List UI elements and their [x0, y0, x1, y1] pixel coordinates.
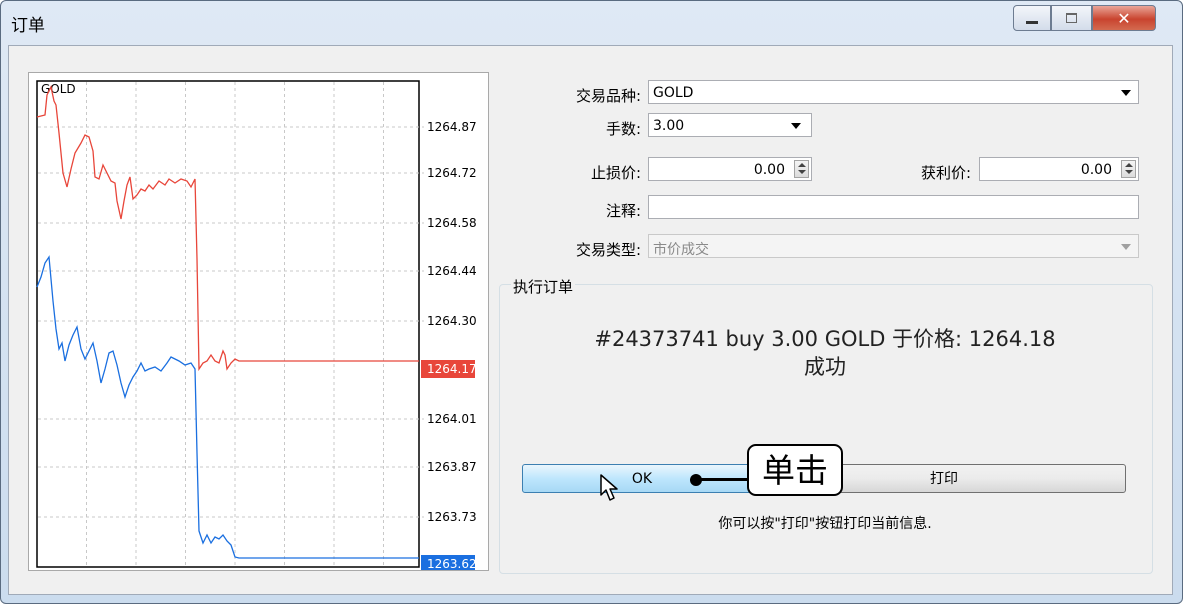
price-label: 1264.17 [427, 362, 477, 376]
execution-group-title: 执行订单 [511, 276, 576, 297]
execution-message: #24373741 buy 3.00 GOLD 于价格: 1264.18 [594, 327, 1056, 351]
price-label: 1263.62 [427, 557, 477, 570]
symbol-select[interactable]: GOLD [648, 80, 1139, 104]
volume-value: 3.00 [653, 118, 685, 134]
spinner-icon[interactable] [1121, 160, 1136, 178]
order-dialog: 订单 ✕ 1264.87 1264.72 1264.58 1264.44 1264.30… [0, 0, 1183, 604]
take-profit-value: 0.00 [1080, 162, 1112, 178]
callout-dot [690, 474, 702, 486]
price-label: 1264.72 [427, 166, 477, 180]
comment-label: 注释: [605, 202, 641, 220]
price-label: 1264.01 [427, 412, 477, 426]
order-type-label: 交易类型: [575, 241, 641, 259]
stop-loss-label: 止损价: [590, 164, 641, 182]
minimize-button[interactable] [1013, 5, 1051, 31]
minimize-icon [1026, 20, 1038, 24]
callout-line [701, 478, 747, 481]
price-label: 1264.30 [427, 314, 477, 328]
click-callout: 单击 [747, 444, 843, 496]
take-profit-label: 获利价: [920, 164, 971, 182]
price-chart: 1264.87 1264.72 1264.58 1264.44 1264.30 1264.… [28, 72, 489, 571]
price-label: 1263.73 [427, 510, 477, 524]
stop-loss-value: 0.00 [753, 162, 785, 178]
price-label: 1264.87 [427, 120, 477, 134]
close-button[interactable]: ✕ [1092, 5, 1156, 31]
window-title: 订单 [11, 16, 45, 36]
chart-plot-frame [36, 80, 420, 568]
volume-select[interactable]: 3.00 [648, 113, 812, 137]
price-label: 1264.58 [427, 216, 477, 230]
chart-symbol-label: GOLD [41, 82, 76, 96]
volume-label: 手数: [605, 120, 641, 138]
chevron-down-icon [1121, 244, 1131, 250]
price-chart-svg: 1264.87 1264.72 1264.58 1264.44 1264.30 1264.… [36, 80, 477, 570]
order-type-select[interactable]: 市价成交 [648, 234, 1139, 258]
chevron-down-icon [791, 123, 801, 129]
comment-field[interactable] [648, 195, 1139, 219]
price-label: 1263.87 [427, 460, 477, 474]
mouse-cursor-icon [600, 474, 618, 501]
maximize-button[interactable] [1051, 5, 1092, 31]
chevron-down-icon [1121, 90, 1131, 96]
print-hint: 你可以按"打印"按钮打印当前信息. [718, 516, 932, 532]
symbol-label: 交易品种: [575, 87, 641, 105]
execution-status: 成功 [804, 355, 846, 379]
stop-loss-field[interactable]: 0.00 [648, 157, 812, 181]
spinner-icon[interactable] [794, 160, 809, 178]
price-label: 1264.44 [427, 264, 477, 278]
order-type-value: 市价成交 [653, 242, 709, 258]
window-controls: ✕ [1013, 5, 1156, 31]
title-bar[interactable]: 订单 ✕ [1, 1, 1182, 45]
take-profit-field[interactable]: 0.00 [979, 157, 1139, 181]
close-icon: ✕ [1117, 8, 1131, 28]
maximize-icon [1066, 13, 1077, 23]
symbol-value: GOLD [653, 85, 694, 101]
